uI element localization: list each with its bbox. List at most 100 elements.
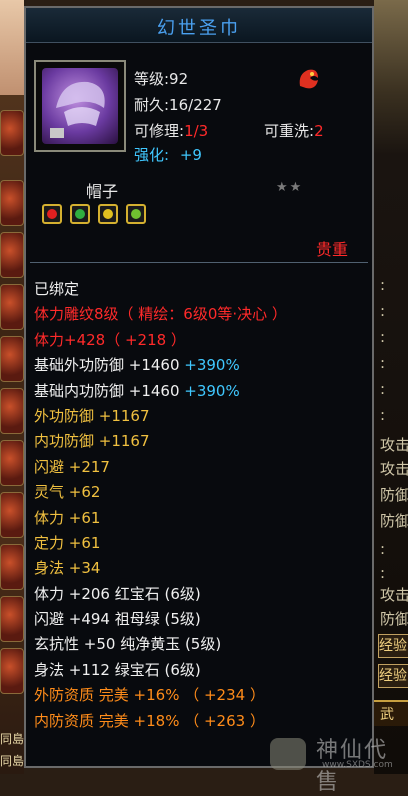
tooltip-title-bar: 幻世圣巾 [26, 8, 372, 43]
attribute-text: 体力+428（ +218 ） [34, 330, 186, 349]
panel-label: 攻击 [380, 460, 408, 478]
exp-button[interactable]: 经验 [378, 634, 408, 658]
enhance-label: 强化: [134, 146, 170, 164]
attribute-text: 外防资质 完美 +16% （ +234 ） [34, 686, 265, 705]
panel-label: 防御 [380, 486, 408, 504]
watermark-site: www.SXDS.com [322, 760, 393, 770]
panel-label: 防御 [380, 610, 408, 628]
panel-label: : [380, 564, 386, 582]
left-slot[interactable] [0, 388, 24, 434]
repair-value: 1/3 [184, 122, 209, 140]
left-slot[interactable] [0, 596, 24, 642]
left-slot[interactable] [0, 336, 24, 382]
panel-label: 攻击 [380, 586, 408, 604]
panel-label: : [380, 302, 386, 320]
item-durability: 耐久:16/227 [134, 96, 222, 114]
attribute-line: 外功防御 +1167 [34, 405, 374, 430]
dragon-badge-icon [296, 66, 322, 92]
attribute-text: 体力 +206 红宝石 (6级) [34, 584, 201, 603]
attribute-text: 灵气 +62 [34, 483, 101, 502]
attribute-text: 闪避 +217 [34, 457, 110, 476]
left-slot[interactable] [0, 492, 24, 538]
panel-label: : [380, 276, 386, 294]
item-title: 幻世圣巾 [157, 18, 241, 39]
enhance-value: +9 [179, 146, 202, 164]
panel-label: : [380, 380, 386, 398]
left-bottom-text: 同島 [0, 754, 25, 768]
gem-socket-green[interactable] [70, 204, 90, 224]
attribute-text: 定力 +61 [34, 533, 101, 552]
bottom-bar: 武 [374, 700, 408, 726]
panel-label: : [380, 540, 386, 558]
gem-socket-yellow[interactable] [98, 204, 118, 224]
panel-label: : [380, 406, 386, 424]
panel-label: 防御 [380, 512, 408, 530]
repair-label: 可修理: [134, 122, 185, 140]
rewash-label: 可重洗: [264, 122, 315, 140]
game-left-panel: 同島 同島 [0, 0, 24, 774]
attribute-text: 基础内功防御 +1460 [34, 381, 185, 400]
attribute-line: 基础内功防御 +1460 +390% [34, 380, 374, 405]
left-slot[interactable] [0, 110, 24, 156]
star-rating: ★★ [276, 180, 304, 195]
attribute-line: 内功防御 +1167 [34, 430, 374, 455]
attribute-line: 体力 +206 红宝石 (6级) [34, 583, 374, 608]
panel-label: 攻击 [380, 436, 408, 454]
gem-socket-red[interactable] [42, 204, 62, 224]
attribute-text: 基础外功防御 +1460 [34, 356, 185, 375]
attribute-text: 内防资质 完美 +18% （ +263 ） [34, 711, 265, 730]
left-slot[interactable] [0, 232, 24, 278]
attribute-bonus: +390% [184, 381, 240, 400]
attribute-text: 闪避 +494 祖母绿 (5级) [34, 610, 201, 629]
attribute-line: 基础外功防御 +1460 +390% [34, 354, 374, 379]
item-tooltip: 幻世圣巾 等级:92 耐久:16/227 可修理:1/3 可重洗:2 强化: +… [24, 6, 393, 795]
panel-label: : [380, 354, 386, 372]
left-slot[interactable] [0, 544, 24, 590]
divider [30, 262, 368, 263]
left-bottom-text: 同島 [0, 732, 25, 746]
attribute-line: 身法 +112 绿宝石 (6级) [34, 659, 374, 684]
game-right-panel: : : : : : : 攻击 攻击 防御 防御 : : 攻击 防御 经验 经验 … [374, 0, 408, 774]
attribute-bonus: +390% [184, 356, 240, 375]
left-slot[interactable] [0, 440, 24, 486]
attribute-line: 灵气 +62 [34, 481, 374, 506]
item-type: 帽子 [86, 182, 119, 201]
repair-row: 可修理:1/3 [134, 120, 208, 141]
attribute-line: 体力 +61 [34, 507, 374, 532]
rewash-row: 可重洗:2 [264, 120, 324, 141]
watermark-logo-icon [270, 738, 306, 770]
attribute-line: 已绑定 [34, 278, 374, 303]
left-slot[interactable] [0, 284, 24, 330]
attribute-text: 体力 +61 [34, 508, 101, 527]
bar-label: 武 [380, 707, 394, 723]
enhance-row: 强化: +9 [134, 144, 202, 165]
precious-label: 贵重 [316, 240, 349, 259]
attribute-line: 身法 +34 [34, 557, 374, 582]
exp-button[interactable]: 经验 [378, 664, 408, 688]
attribute-text: 已绑定 [34, 280, 80, 298]
item-level: 等级:92 [134, 70, 189, 88]
attribute-text: 内功防御 +1167 [34, 432, 150, 451]
attribute-text: 体力雕纹8级（ 精绘：6级0等·决心 ） [34, 305, 287, 324]
watermark: 神仙代售 www.SXDS.com [270, 732, 408, 795]
attribute-line: 闪避 +217 [34, 456, 374, 481]
attribute-line: 体力雕纹8级（ 精绘：6级0等·决心 ） [34, 303, 374, 328]
attribute-text: 身法 +112 绿宝石 (6级) [34, 660, 201, 679]
attribute-line: 体力+428（ +218 ） [34, 329, 374, 354]
attribute-line: 闪避 +494 祖母绿 (5级) [34, 608, 374, 633]
attribute-line: 定力 +61 [34, 532, 374, 557]
left-slot[interactable] [0, 180, 24, 226]
item-icon-frame [34, 60, 126, 152]
attribute-line: 玄抗性 +50 纯净黄玉 (5级) [34, 633, 374, 658]
hat-icon [42, 68, 118, 144]
rewash-value: 2 [314, 122, 324, 140]
gem-socket-lightgreen[interactable] [126, 204, 146, 224]
attribute-text: 外功防御 +1167 [34, 406, 150, 425]
attribute-text: 玄抗性 +50 纯净黄玉 (5级) [34, 635, 222, 654]
attribute-list: 已绑定体力雕纹8级（ 精绘：6级0等·决心 ） 体力+428（ +218 ） 基础外… [34, 278, 374, 735]
character-portrait [0, 0, 24, 95]
attribute-line: 外防资质 完美 +16% （ +234 ） [34, 684, 374, 709]
attribute-text: 身法 +34 [34, 559, 101, 578]
left-slot[interactable] [0, 648, 24, 694]
panel-label: : [380, 328, 386, 346]
